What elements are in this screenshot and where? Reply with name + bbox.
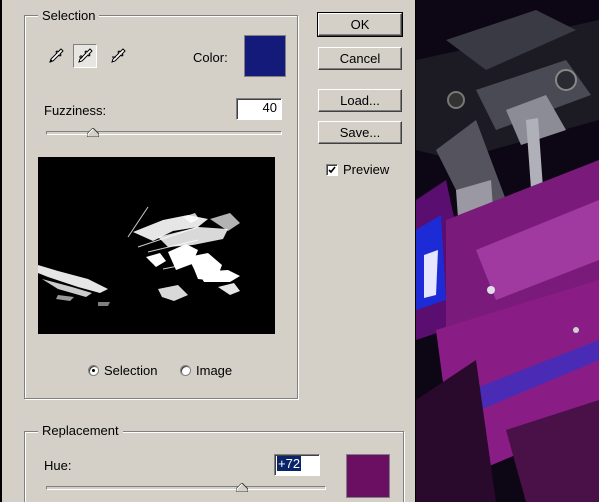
preview-label: Preview (343, 162, 390, 177)
color-label: Color: (193, 50, 228, 65)
preview-checkbox-box[interactable] (326, 163, 338, 176)
replacement-group-title: Replacement (38, 424, 123, 438)
eyedropper-subtract-tool[interactable] (106, 44, 130, 68)
radio-image-label: Image (196, 363, 233, 378)
radio-selection-dot[interactable] (88, 365, 99, 376)
radio-image[interactable]: Image (180, 363, 232, 378)
fuzziness-slider-thumb[interactable] (87, 128, 100, 137)
radio-selection[interactable]: Selection (88, 363, 157, 378)
selection-group-title: Selection (38, 9, 100, 23)
save-button[interactable]: Save... (318, 121, 402, 144)
replace-color-dialog: Selection Color: Fuzziness: 40 Selection… (2, 0, 415, 502)
selection-preview-image (38, 157, 275, 334)
preview-checkbox[interactable]: Preview (326, 162, 389, 177)
eyedropper-icon (49, 48, 64, 63)
hue-label: Hue: (44, 458, 72, 473)
checkmark-icon (328, 166, 336, 173)
hue-input-value: +72 (277, 456, 302, 471)
hue-slider[interactable] (46, 486, 326, 490)
load-button[interactable]: Load... (318, 89, 402, 112)
radio-selection-label: Selection (104, 363, 158, 378)
replacement-color-swatch[interactable] (346, 454, 390, 498)
fuzziness-label: Fuzziness: (44, 103, 107, 118)
eyedropper-tool[interactable] (44, 44, 68, 68)
hue-input[interactable]: +72 (274, 454, 320, 476)
selection-color-swatch[interactable] (244, 35, 286, 77)
radio-image-dot[interactable] (180, 365, 191, 376)
eyedropper-minus-icon (111, 48, 126, 63)
eyedropper-add-tool[interactable] (73, 44, 97, 68)
fuzziness-slider[interactable] (46, 131, 282, 135)
ok-button[interactable]: OK (317, 12, 403, 37)
fuzziness-input[interactable]: 40 (236, 98, 282, 120)
cancel-button[interactable]: Cancel (318, 47, 402, 70)
eyedropper-plus-icon (78, 48, 93, 63)
hue-slider-thumb[interactable] (236, 483, 248, 492)
background-photo (416, 0, 599, 502)
